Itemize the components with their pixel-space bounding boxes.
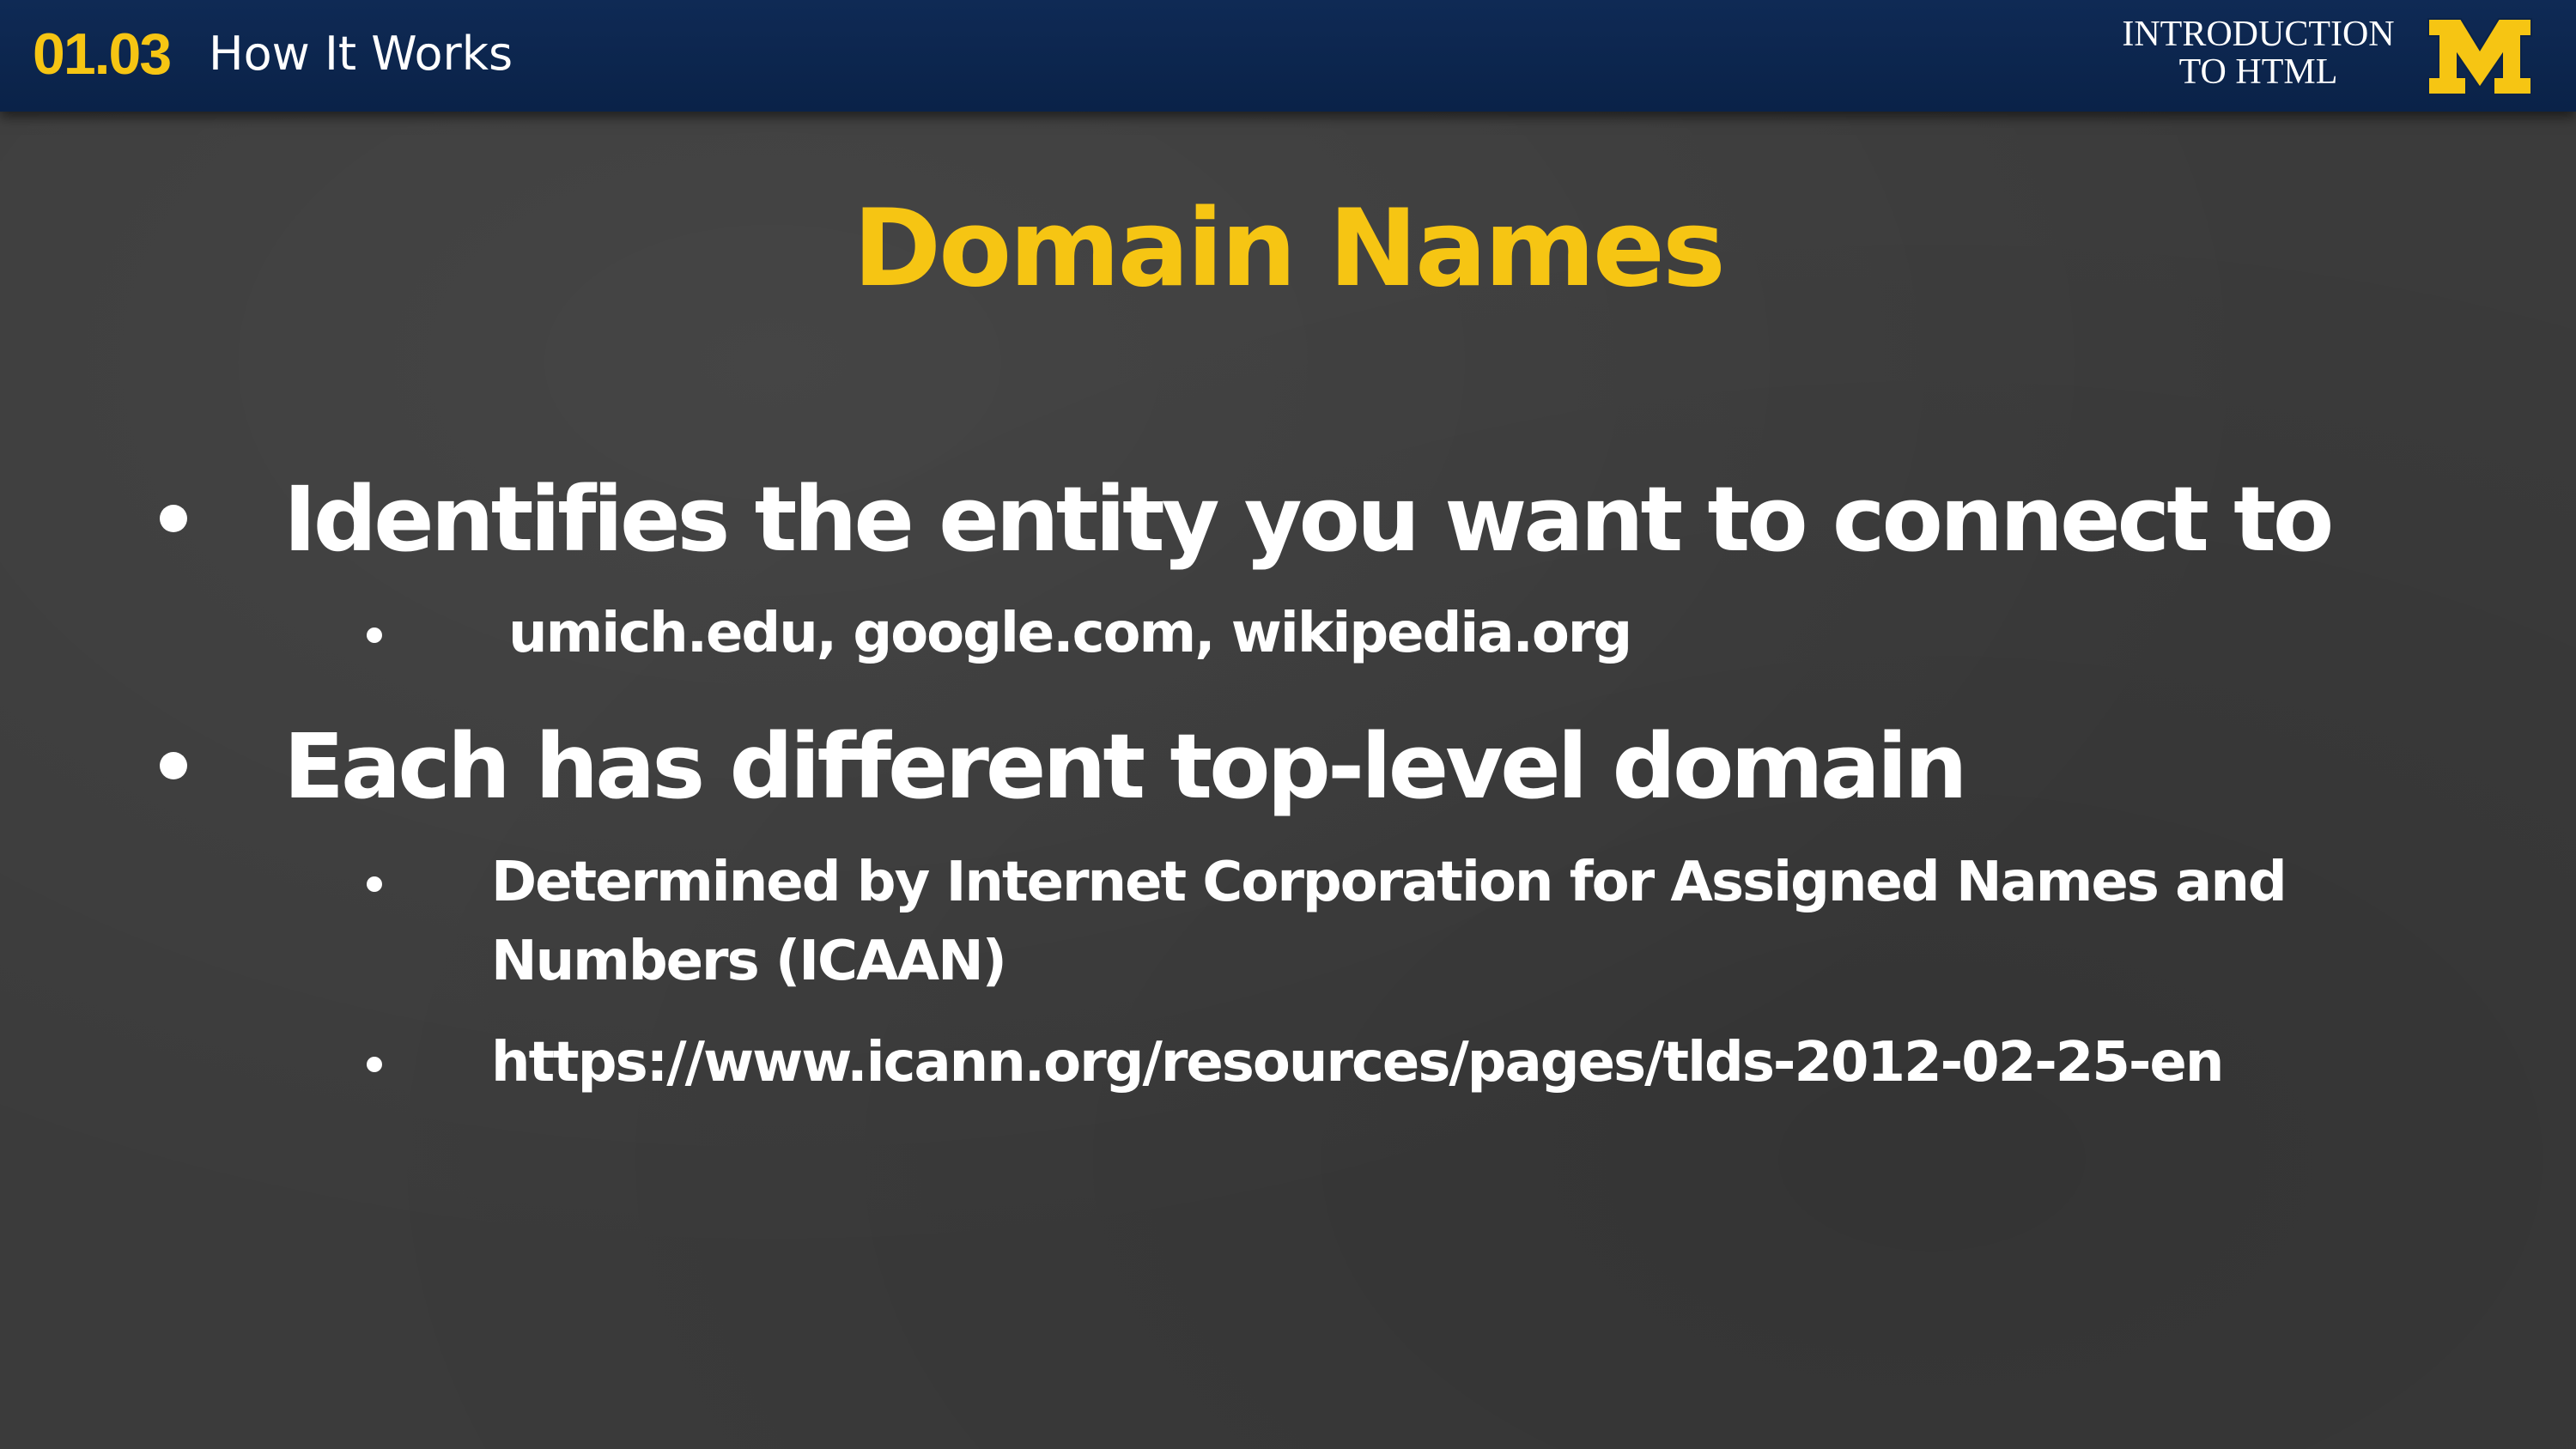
sub-bullet-dot [367, 627, 382, 643]
lesson-title: How It Works [209, 27, 513, 81]
bullet-dot [160, 752, 187, 779]
header-bar: 01.03 How It Works INTRODUCTION TO HTML [0, 0, 2576, 112]
course-title-line2: TO HTML [2178, 52, 2338, 92]
bullet-item-2: Each has different top-level domain [283, 714, 1968, 819]
sub-bullet-item-2-2: https://www.icann.org/resources/pages/tl… [491, 1031, 2224, 1094]
slide-title: Domain Names [853, 187, 1726, 311]
course-title: INTRODUCTION TO HTML [2087, 15, 2430, 91]
course-title-line1: INTRODUCTION [2122, 15, 2395, 54]
sub-bullet-dot [367, 876, 382, 892]
lesson-number: 01.03 [33, 21, 172, 87]
sub-bullet-item-1-1: umich.edu, google.com, wikipedia.org [508, 602, 1632, 665]
bullet-item-1: Identifies the entity you want to connec… [283, 467, 2334, 572]
sub-bullet-item-2-1: Determined by Internet Corporation for A… [491, 851, 2287, 993]
bullet-dot [160, 505, 187, 532]
michigan-logo-icon [2427, 18, 2532, 95]
slide: 01.03 How It Works INTRODUCTION TO HTML … [0, 0, 2576, 1449]
sub-bullet-dot [367, 1057, 382, 1072]
